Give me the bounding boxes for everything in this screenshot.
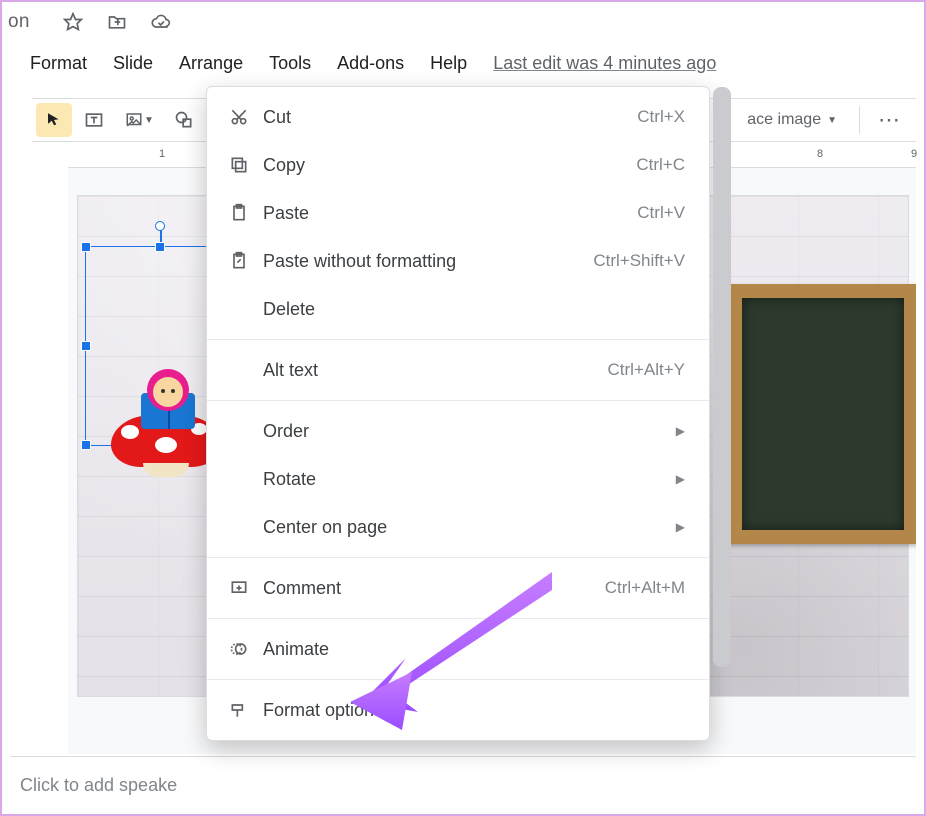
paste-icon: [229, 203, 263, 223]
ctx-format-options[interactable]: Format options: [207, 686, 709, 734]
dropdown-caret-icon: ▼: [827, 115, 837, 126]
context-menu-scrollbar[interactable]: [713, 87, 731, 667]
separator: [207, 400, 709, 401]
shortcut: Ctrl+V: [637, 203, 685, 223]
copy-icon: [229, 155, 263, 175]
textbox-tool[interactable]: [76, 103, 112, 137]
submenu-chevron-icon: ▶: [676, 424, 685, 438]
shortcut: Ctrl+Alt+M: [605, 578, 685, 598]
menu-arrange[interactable]: Arrange: [173, 47, 249, 80]
doc-title-suffix: on: [8, 11, 30, 33]
resize-handle-bl[interactable]: [81, 440, 91, 450]
menu-tools[interactable]: Tools: [263, 47, 317, 80]
ctx-rotate[interactable]: Rotate ▶: [207, 455, 709, 503]
bitmoji-image: [111, 357, 221, 477]
dropdown-caret-icon: ▼: [144, 115, 154, 126]
speaker-notes[interactable]: Click to add speake: [10, 756, 916, 814]
ctx-alt-text[interactable]: Alt text Ctrl+Alt+Y: [207, 346, 709, 394]
rotate-handle[interactable]: [155, 221, 165, 231]
ruler-mark: 1: [159, 148, 165, 160]
separator: [207, 679, 709, 680]
paste-plain-icon: [229, 251, 263, 271]
ctx-cut[interactable]: Cut Ctrl+X: [207, 93, 709, 141]
speaker-notes-placeholder: Click to add speake: [20, 775, 177, 796]
move-to-folder-icon[interactable]: [106, 11, 128, 33]
submenu-chevron-icon: ▶: [676, 520, 685, 534]
cut-icon: [229, 107, 263, 127]
ctx-comment[interactable]: Comment Ctrl+Alt+M: [207, 564, 709, 612]
shortcut: Ctrl+X: [637, 107, 685, 127]
resize-handle-tl[interactable]: [81, 242, 91, 252]
ctx-order[interactable]: Order ▶: [207, 407, 709, 455]
ctx-copy[interactable]: Copy Ctrl+C: [207, 141, 709, 189]
animate-icon: [229, 639, 263, 659]
shortcut: Ctrl+Shift+V: [593, 251, 685, 271]
separator: [207, 618, 709, 619]
toolbar-separator: [859, 106, 860, 134]
context-menu: Cut Ctrl+X Copy Ctrl+C Paste Ctrl+V Past…: [206, 86, 710, 741]
ctx-paste[interactable]: Paste Ctrl+V: [207, 189, 709, 237]
resize-handle-t[interactable]: [155, 242, 165, 252]
separator: [207, 557, 709, 558]
replace-image-button[interactable]: ace image ▼: [737, 103, 847, 137]
replace-image-label: ace image: [747, 111, 821, 129]
resize-handle-l[interactable]: [81, 341, 91, 351]
shape-tool[interactable]: [166, 103, 202, 137]
star-icon[interactable]: [62, 11, 84, 33]
ruler-mark: 9: [911, 148, 917, 160]
menu-addons[interactable]: Add-ons: [331, 47, 410, 80]
shortcut: Ctrl+Alt+Y: [608, 360, 685, 380]
menu-help[interactable]: Help: [424, 47, 473, 80]
chalkboard-image[interactable]: [728, 284, 916, 544]
menu-slide[interactable]: Slide: [107, 47, 159, 80]
shortcut: Ctrl+C: [636, 155, 685, 175]
format-options-icon: [229, 700, 263, 720]
slide-panel-gutter: [10, 168, 66, 754]
ctx-animate[interactable]: Animate: [207, 625, 709, 673]
ctx-delete[interactable]: Delete: [207, 285, 709, 333]
insert-image-tool[interactable]: ▼: [116, 103, 162, 137]
comment-icon: [229, 578, 263, 598]
ctx-center-on-page[interactable]: Center on page ▶: [207, 503, 709, 551]
separator: [207, 339, 709, 340]
submenu-chevron-icon: ▶: [676, 472, 685, 486]
ruler-mark: 8: [817, 148, 823, 160]
more-tools-button[interactable]: ⋯: [872, 103, 908, 137]
select-tool[interactable]: [36, 103, 72, 137]
menu-bar: Format Slide Arrange Tools Add-ons Help …: [2, 44, 722, 82]
more-icon: ⋯: [878, 107, 902, 133]
cloud-saved-icon[interactable]: [150, 11, 172, 33]
ctx-paste-no-formatting[interactable]: Paste without formatting Ctrl+Shift+V: [207, 237, 709, 285]
menu-format[interactable]: Format: [24, 47, 93, 80]
title-bar: on: [2, 2, 924, 42]
last-edit-link[interactable]: Last edit was 4 minutes ago: [487, 47, 722, 80]
